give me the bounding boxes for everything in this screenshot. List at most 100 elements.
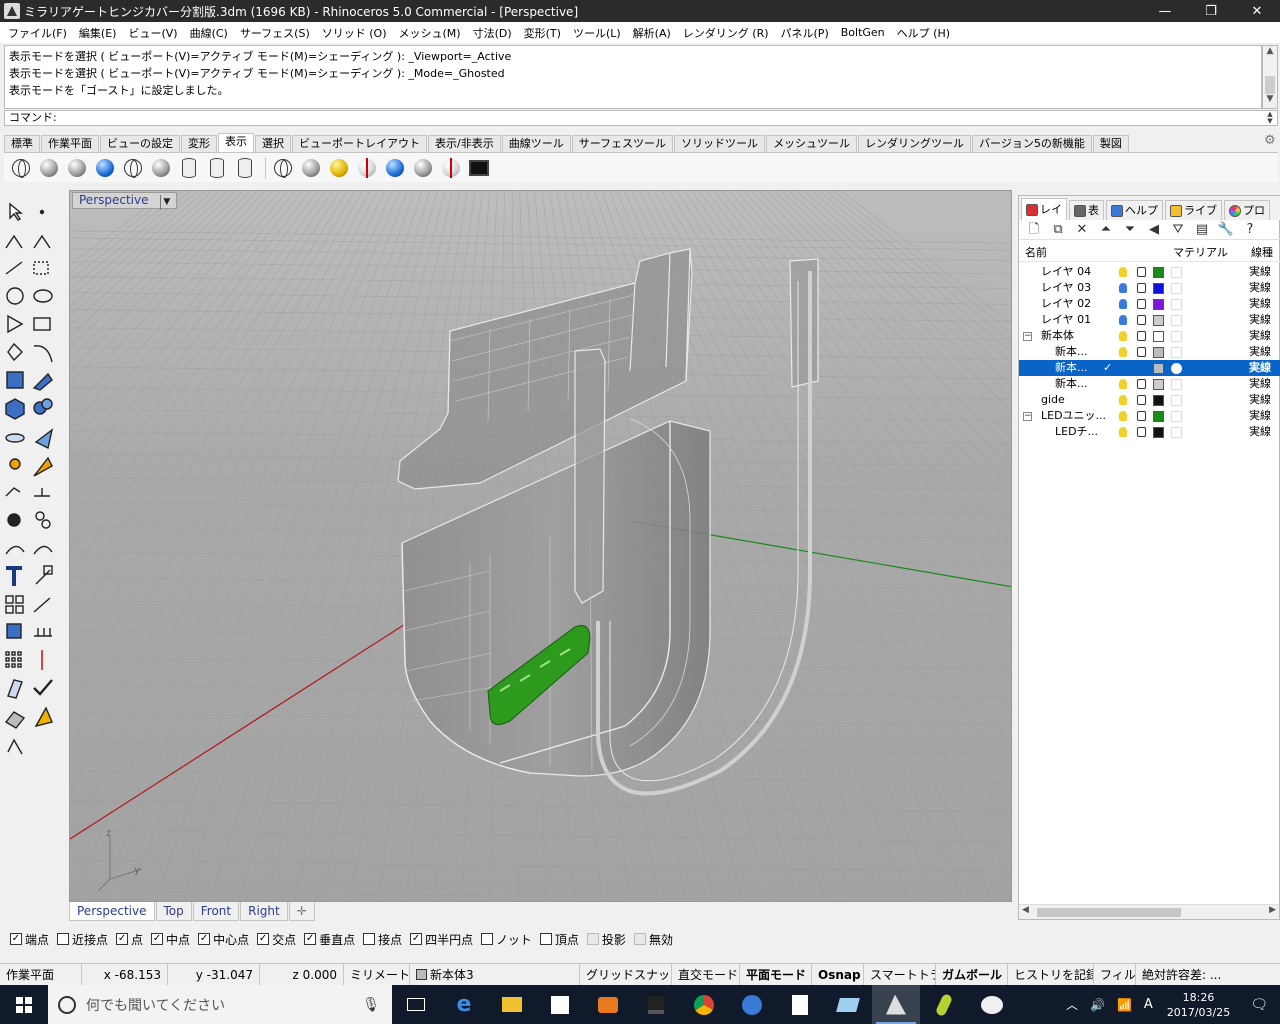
display-window-button[interactable] — [467, 156, 491, 180]
toolbar-tab[interactable]: ビューの設定 — [100, 135, 180, 152]
osnap-checkbox[interactable] — [586, 933, 599, 945]
solid-tool-button[interactable] — [3, 396, 27, 420]
explode-tool-button[interactable] — [3, 454, 27, 478]
ghosted-viewport-button[interactable] — [121, 156, 145, 180]
curvature-analysis-button[interactable] — [355, 156, 379, 180]
new-layer-icon[interactable]: 🗋 — [1025, 222, 1043, 238]
microphone-icon[interactable]: 🎙 — [362, 997, 380, 1013]
xray-viewport-button[interactable] — [149, 156, 173, 180]
layer-visibility-bulb-icon[interactable] — [1119, 395, 1127, 405]
layer-row[interactable]: LEDチ... 実線 — [1019, 424, 1280, 440]
layer-name[interactable]: 新本... — [1055, 376, 1088, 392]
osnap-checkbox[interactable]: ✓ — [304, 933, 317, 945]
layer-visibility-bulb-icon[interactable] — [1119, 315, 1127, 325]
toolbar-settings-gear-icon[interactable]: ⚙ — [1264, 134, 1278, 148]
restore-button[interactable]: ❐ — [1188, 0, 1234, 22]
layer-hscrollbar[interactable]: ◀ ▶ — [1019, 904, 1279, 919]
layer-linetype[interactable]: 実線 — [1249, 376, 1271, 392]
delete-layer-icon[interactable]: ✕ — [1073, 222, 1091, 238]
toolbar-tab[interactable]: レンダリングツール — [858, 135, 972, 152]
toolbar-tab[interactable]: 表示 — [218, 133, 254, 152]
command-spinner-icon[interactable]: ▲ ▼ — [1263, 111, 1277, 125]
filter-icon[interactable]: ⛛ — [1169, 222, 1187, 238]
ellipse-tool-button[interactable] — [30, 284, 54, 308]
layer-color-swatch[interactable] — [1153, 315, 1164, 326]
scroll-down-icon[interactable]: ▼ — [1263, 94, 1277, 108]
wireframe-viewport-button[interactable] — [9, 156, 33, 180]
dimension-tool-button[interactable] — [30, 592, 54, 616]
layer-row[interactable]: − LEDユニッ... 実線 — [1019, 408, 1280, 424]
layer-linetype[interactable]: 実線 — [1249, 328, 1271, 344]
polygon-tool-button[interactable] — [3, 312, 27, 336]
array-tool-button[interactable] — [3, 592, 27, 616]
layer-color-swatch[interactable] — [1153, 395, 1164, 406]
volume-icon[interactable]: 🔊 — [1084, 998, 1111, 1012]
measure-tool-button[interactable] — [3, 734, 27, 758]
rectangle-tool-button[interactable] — [30, 312, 54, 336]
tab-library[interactable]: ライブ — [1165, 200, 1222, 220]
tab-properties[interactable]: プロ — [1224, 200, 1270, 220]
layer-name[interactable]: レイヤ 04 — [1041, 264, 1091, 280]
file-explorer-button[interactable] — [488, 985, 536, 1024]
toolbar-tab[interactable]: バージョン5の新機能 — [972, 135, 1092, 152]
osnap-option[interactable]: ✓ 中心点 — [198, 931, 249, 948]
ortho-toggle[interactable]: 直交モード — [672, 963, 740, 986]
rhino-taskbar-button[interactable] — [872, 985, 920, 1024]
environment-map-button[interactable] — [383, 156, 407, 180]
scale-tool-button[interactable] — [30, 564, 54, 588]
osnap-option[interactable]: ✓ 四半円点 — [410, 931, 473, 948]
layer-color-swatch[interactable] — [1153, 427, 1164, 438]
paint-button[interactable] — [968, 985, 1016, 1024]
layer-lock-icon[interactable] — [1137, 315, 1146, 325]
osnap-checkbox[interactable]: ✓ — [116, 933, 129, 945]
toolbar-tab[interactable]: メッシュツール — [766, 135, 858, 152]
toolbar-tab[interactable]: サーフェスツール — [571, 135, 674, 152]
osnap-option[interactable]: ✓ 端点 — [10, 931, 49, 948]
layer-name[interactable]: レイヤ 01 — [1041, 312, 1091, 328]
menu-item[interactable]: 寸法(D) — [467, 25, 518, 41]
curve-tool-button[interactable] — [30, 230, 54, 254]
status-cplane[interactable]: 作業平面 — [0, 963, 82, 986]
app2-button[interactable] — [920, 985, 968, 1024]
layer-material-swatch[interactable] — [1171, 331, 1182, 342]
layer-color-swatch[interactable] — [1153, 379, 1164, 390]
col-material[interactable]: マテリアル — [1173, 244, 1228, 260]
filter-toggle[interactable]: フィルタ — [1094, 963, 1136, 986]
layer-name[interactable]: 新本... — [1055, 360, 1088, 376]
layer-name[interactable]: LEDチ... — [1055, 424, 1098, 440]
osnap-option[interactable]: ✓ 交点 — [257, 931, 296, 948]
layer-row[interactable]: 新本... 実線 — [1019, 344, 1280, 360]
layer-lock-icon[interactable] — [1137, 395, 1146, 405]
draft-angle-button[interactable] — [411, 156, 435, 180]
status-layer[interactable]: 新本体3 — [410, 963, 580, 986]
minimize-button[interactable]: — — [1142, 0, 1188, 22]
layer-row[interactable]: − 新本体 実線 — [1019, 328, 1280, 344]
menu-item[interactable]: 曲線(C) — [184, 25, 234, 41]
tray-chevron-icon[interactable]: ︿ — [1060, 996, 1084, 1013]
layer-material-swatch[interactable] — [1171, 283, 1182, 294]
viewport-title[interactable]: Perspective ▼ — [72, 192, 178, 210]
close-button[interactable]: ✕ — [1234, 0, 1280, 22]
history-toggle[interactable]: ヒストリを記録 — [1008, 963, 1094, 986]
osnap-option[interactable]: ✓ 点 — [116, 931, 143, 948]
layer-visibility-bulb-icon[interactable] — [1119, 427, 1127, 437]
media-button[interactable] — [584, 985, 632, 1024]
layer-material-swatch[interactable] — [1171, 427, 1182, 438]
select-tool-button[interactable] — [3, 200, 27, 224]
perspective-viewport[interactable]: z y Perspective ▼ — [69, 190, 1012, 902]
layer-name[interactable]: レイヤ 03 — [1041, 280, 1091, 296]
tab-right[interactable]: Right — [240, 902, 288, 921]
layer-row[interactable]: 新本... 実線 — [1019, 376, 1280, 392]
command-line-input[interactable]: コマンド: ▲ ▼ — [4, 110, 1278, 126]
osnap-option[interactable]: ✓ 中点 — [151, 931, 190, 948]
osnap-option[interactable]: 投影 — [586, 931, 626, 948]
menu-item[interactable]: ビュー(V) — [122, 25, 183, 41]
tools-icon[interactable]: 🔧 — [1217, 222, 1235, 238]
layer-linetype[interactable]: 実線 — [1249, 344, 1271, 360]
help-circle-icon[interactable]: ? — [1241, 222, 1259, 238]
toolbar-tab[interactable]: 選択 — [255, 135, 291, 152]
layer-color-swatch[interactable] — [1153, 283, 1164, 294]
menu-item[interactable]: 解析(A) — [627, 25, 677, 41]
osnap-checkbox[interactable]: ✓ — [410, 933, 423, 945]
smooth-shade-button[interactable] — [299, 156, 323, 180]
